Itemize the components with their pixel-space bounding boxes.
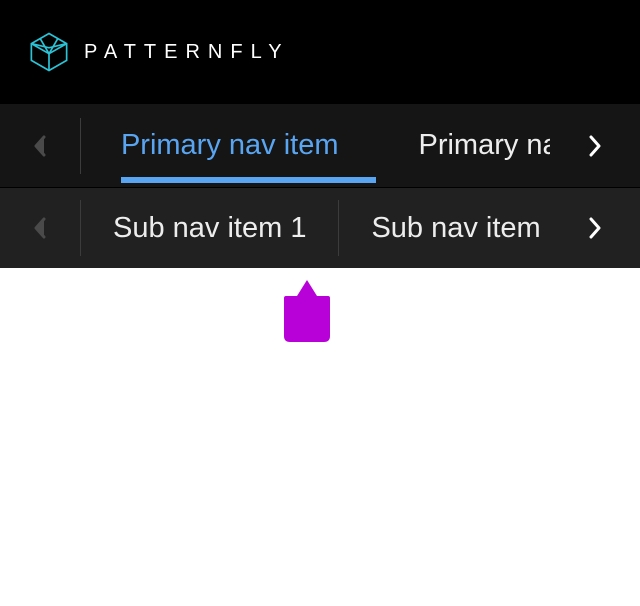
sub-nav-scroll-left-button[interactable] — [0, 188, 80, 268]
primary-nav-scroll-left-button[interactable] — [0, 104, 80, 187]
masthead: PATTERNFLY — [0, 0, 640, 104]
page-content — [0, 268, 640, 606]
brand-name: PATTERNFLY — [84, 41, 290, 64]
chevron-right-icon — [588, 135, 602, 157]
primary-nav-item-0[interactable]: Primary nav item — [81, 104, 379, 187]
chevron-right-icon — [588, 217, 602, 239]
pointer-marker-icon — [284, 280, 330, 340]
brand-logo[interactable]: PATTERNFLY — [28, 31, 290, 73]
nav-item-label: Primary nav item — [121, 129, 339, 162]
primary-nav-scroll-right-button[interactable] — [550, 104, 640, 187]
sub-nav: Sub nav item 1 Sub nav item 2 — [0, 188, 640, 268]
primary-nav: Primary nav item Primary nav item — [0, 104, 640, 188]
nav-item-label: Sub nav item 2 — [371, 212, 564, 245]
patternfly-logo-icon — [28, 31, 70, 73]
sub-nav-item-0[interactable]: Sub nav item 1 — [81, 188, 338, 268]
nav-item-label: Sub nav item 1 — [113, 212, 306, 245]
chevron-left-icon — [33, 135, 47, 157]
chevron-left-icon — [33, 217, 47, 239]
sub-nav-scroll-right-button[interactable] — [550, 188, 640, 268]
